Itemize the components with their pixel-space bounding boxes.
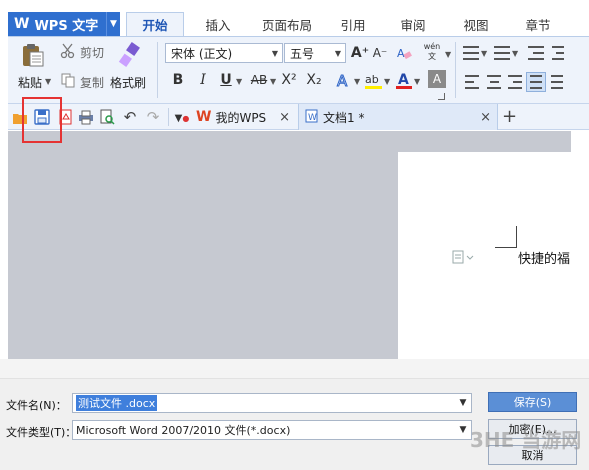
clear-format-icon[interactable]: A [396,45,412,61]
dialog-header-strip [0,359,589,379]
highlight-color-icon[interactable]: ab [364,70,384,90]
redo-icon[interactable]: ↷ [145,108,161,126]
align-left-icon[interactable] [465,75,479,89]
tab-chapter[interactable]: 章节 [512,12,564,36]
strikethrough-button[interactable]: AB [247,70,271,90]
format-painter-icon[interactable] [118,42,142,68]
paste-icon[interactable] [20,42,46,68]
font-size-select[interactable]: 五号 ▼ [284,43,346,63]
strike-dropdown-icon[interactable]: ▼ [270,77,276,86]
tab-my-wps[interactable]: W 我的WPS × [196,104,296,130]
chevron-down-icon[interactable]: ▼ [106,12,120,36]
copy-button[interactable]: 复制 [80,74,104,91]
paste-button[interactable]: 粘贴 [18,74,42,91]
filetype-value: Microsoft Word 2007/2010 文件(*.docx) [76,424,291,437]
highlight-dropdown-icon[interactable]: ▼ [384,77,390,86]
chevron-down-icon: ▼ [334,48,342,58]
scissors-icon[interactable] [60,43,76,59]
filetype-label: 文件类型(T)： [6,426,77,439]
print-preview-icon[interactable] [99,109,115,125]
font-family-select[interactable]: 宋体 (正文) ▼ [165,43,283,63]
decrease-indent-icon[interactable] [528,46,544,60]
paste-options-icon[interactable] [452,250,474,267]
undo-icon[interactable]: ↶ [122,108,138,126]
pinyin-guide-icon[interactable]: wén 文 [420,42,444,64]
text-effect-icon[interactable]: A [334,70,354,91]
justify-button[interactable] [526,72,546,92]
document-icon: W [305,109,318,126]
save-button[interactable]: 保存(S) [488,392,577,412]
font-family-value: 宋体 (正文) [171,46,233,61]
numbered-list-dropdown-icon[interactable]: ▼ [512,49,518,58]
close-icon[interactable]: × [480,110,491,125]
superscript-button[interactable]: X² [279,70,299,90]
chevron-down-icon[interactable]: ▼ [455,425,471,435]
underline-button[interactable]: U [216,70,236,90]
app-menu-label: WPS 文字 [34,18,99,34]
svg-text:A: A [337,72,348,90]
page-margin-corner-mark [495,226,517,248]
distributed-align-icon[interactable] [551,75,563,89]
ribbon-divider [157,42,158,98]
tab-page-layout[interactable]: 页面布局 [252,12,322,36]
svg-text:A: A [398,72,409,88]
underline-dropdown-icon[interactable]: ▼ [236,77,242,86]
tab-label: 我的WPS [215,110,267,125]
copy-icon[interactable] [60,72,76,88]
wps-logo-icon: W [14,16,30,32]
grow-font-button[interactable]: A⁺ [350,43,370,63]
align-right-icon[interactable] [508,75,522,89]
svg-text:ab: ab [365,73,379,86]
tab-view[interactable]: 视图 [448,12,504,36]
font-color-dropdown-icon[interactable]: ▼ [414,77,420,86]
print-icon[interactable] [78,109,94,125]
wps-logo-icon: W [196,109,212,125]
tab-home[interactable]: 开始 [126,12,184,36]
toolbar-divider [168,108,169,126]
shrink-font-button[interactable]: A⁻ [370,43,390,63]
filename-input[interactable]: 测试文件 .docx ▼ [72,393,472,413]
increase-indent-icon[interactable] [552,46,564,60]
format-painter-button[interactable]: 格式刷 [110,74,146,91]
close-icon[interactable]: × [279,110,290,125]
bullet-list-dropdown-icon[interactable]: ▼ [481,49,487,58]
character-shading-icon[interactable]: A [428,70,446,88]
pinyin-dropdown-icon[interactable]: ▼ [445,50,451,59]
text-effect-dropdown-icon[interactable]: ▼ [354,77,360,86]
filename-value: 测试文件 .docx [76,395,158,411]
chevron-down-icon[interactable]: ▼ [455,398,471,408]
svg-text:A: A [397,47,405,60]
tab-review[interactable]: 审阅 [386,12,440,36]
chevron-down-icon: ▼ [271,48,279,58]
site-watermark: 3HE 当游网 [470,428,582,452]
font-color-icon[interactable]: A [394,70,414,90]
ribbon-divider [455,42,456,98]
svg-text:W: W [308,113,317,123]
font-size-value: 五号 [290,46,315,61]
new-tab-button[interactable]: + [502,106,517,127]
tab-references[interactable]: 引用 [328,12,378,36]
save-icon-highlight-box [22,97,62,143]
italic-button[interactable]: I [193,70,213,90]
tab-document1[interactable]: W 文档1 * × [298,104,498,130]
numbered-list-icon[interactable] [494,46,510,60]
document-text[interactable]: 快捷的福 [518,248,570,267]
customize-toolbar-icon[interactable]: ▼ ● [174,110,190,126]
subscript-button[interactable]: X₂ [304,70,324,90]
wps-app-menu-button[interactable]: W WPS 文字 ▼ [8,12,120,36]
filetype-select[interactable]: Microsoft Word 2007/2010 文件(*.docx) ▼ [72,420,472,440]
tab-insert[interactable]: 插入 [192,12,244,36]
align-center-icon[interactable] [487,75,501,89]
font-dialog-launcher-icon[interactable] [438,93,445,100]
filename-label: 文件名(N)： [6,399,67,412]
paste-dropdown-icon[interactable]: ▼ [45,77,51,86]
bold-button[interactable]: B [168,70,188,90]
tab-label: 文档1 * [323,110,365,125]
cut-button[interactable]: 剪切 [80,44,104,61]
bullet-list-icon[interactable] [463,46,479,60]
